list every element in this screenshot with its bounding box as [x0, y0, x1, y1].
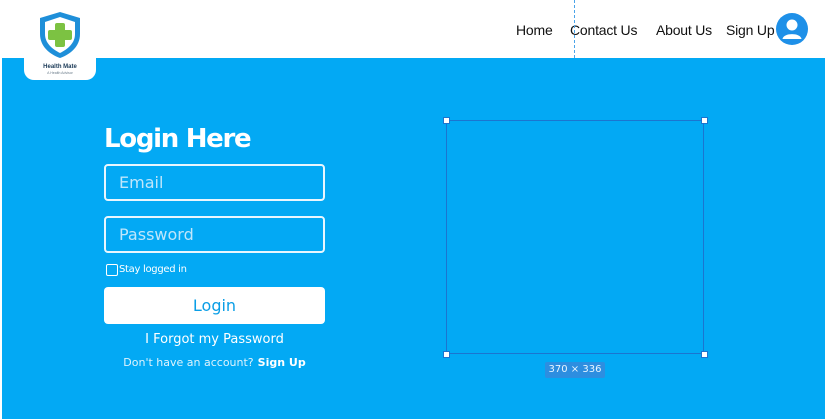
login-title: Login Here: [104, 124, 252, 154]
resize-handle-bottom-left[interactable]: [443, 351, 450, 358]
resize-handle-bottom-right[interactable]: [701, 351, 708, 358]
dimension-badge: 370 × 336: [545, 362, 605, 378]
medical-cross-shield-icon: [40, 12, 80, 58]
signup-prompt-row: Don't have an account? Sign Up: [104, 356, 325, 369]
login-button[interactable]: Login: [104, 287, 325, 324]
signup-link[interactable]: Sign Up: [258, 356, 306, 369]
top-navbar: Home Contact Us About Us Sign Up: [0, 0, 827, 58]
stay-logged-in-label[interactable]: Stay logged in: [119, 264, 187, 275]
email-field[interactable]: [104, 164, 325, 201]
signup-prompt-text: Don't have an account?: [123, 356, 254, 369]
layout-guide-line: [574, 0, 575, 58]
nav-home-link[interactable]: Home: [516, 22, 553, 38]
brand-logo[interactable]: Health Mate A Health Advisor: [24, 0, 96, 80]
forgot-password-link[interactable]: I Forgot my Password: [104, 332, 325, 347]
nav-contact-link[interactable]: Contact Us: [570, 22, 637, 38]
brand-name: Health Mate: [43, 64, 77, 70]
image-placeholder-selection[interactable]: [446, 120, 704, 354]
password-field[interactable]: [104, 216, 325, 253]
resize-handle-top-left[interactable]: [443, 117, 450, 124]
nav-about-link[interactable]: About Us: [656, 22, 712, 38]
brand-tagline: A Health Advisor: [47, 71, 73, 75]
resize-handle-top-right[interactable]: [701, 117, 708, 124]
user-avatar-icon[interactable]: [776, 13, 808, 45]
stay-logged-in-checkbox[interactable]: [106, 264, 118, 276]
nav-signup-link[interactable]: Sign Up: [726, 22, 775, 38]
